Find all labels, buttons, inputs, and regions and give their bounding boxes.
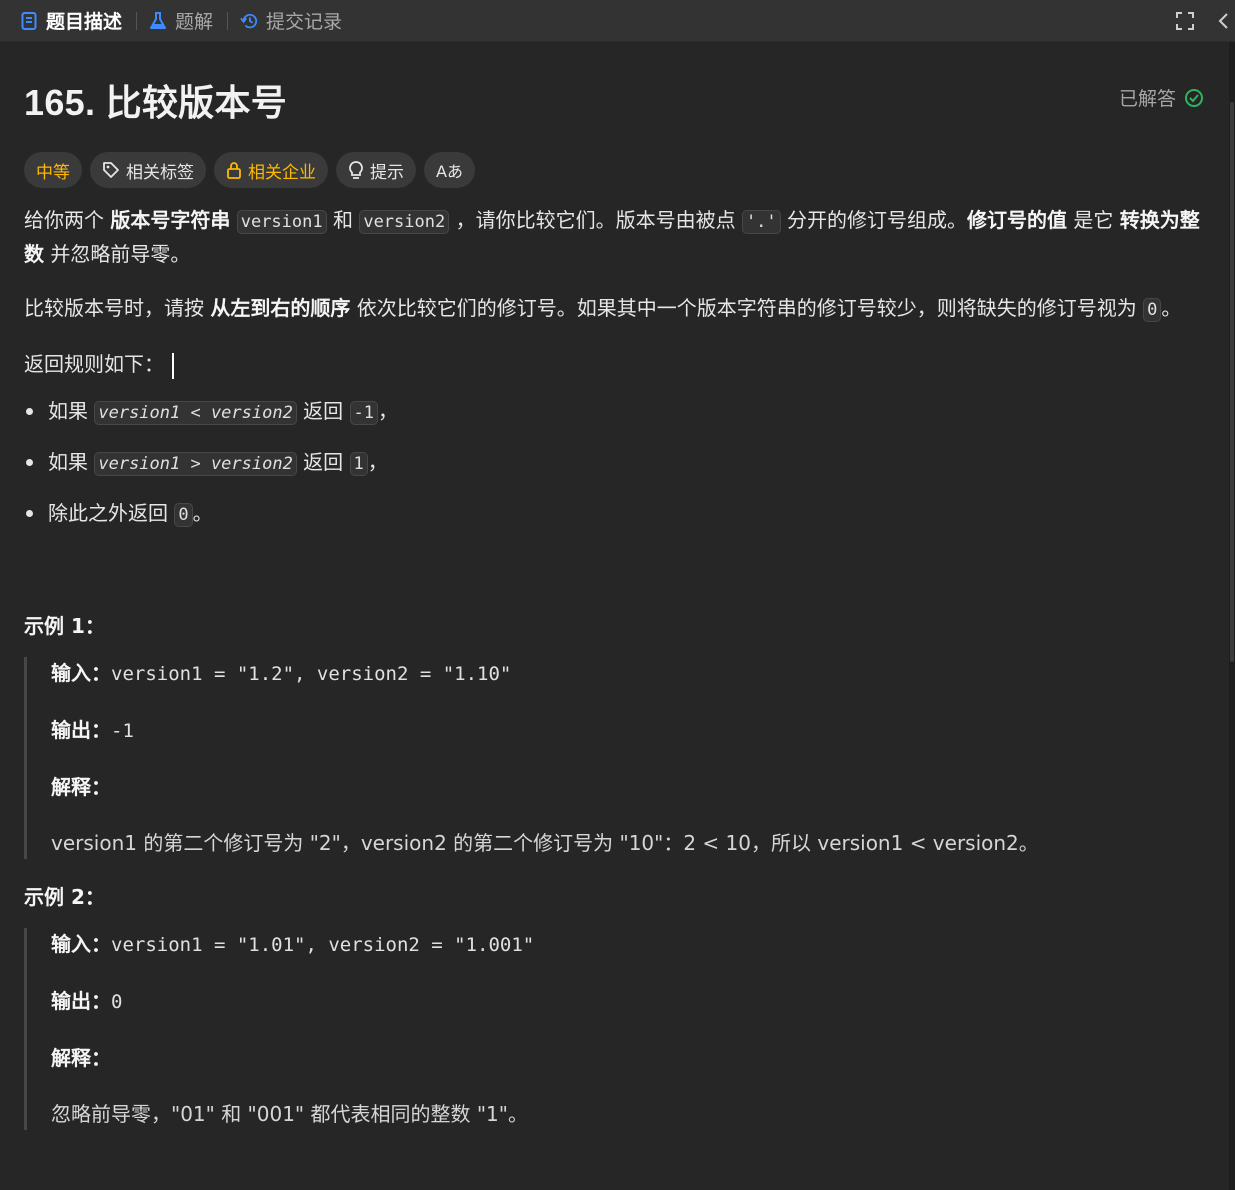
- output-value: 0: [111, 991, 123, 1013]
- text: 并忽略前导零。: [44, 242, 191, 266]
- inline-code: 1: [349, 452, 368, 476]
- example-input: 输入：version1 = "1.2", version2 = "1.10": [51, 657, 1204, 690]
- inline-code: version1 > version2: [94, 452, 297, 476]
- hint-button[interactable]: 提示: [336, 152, 416, 188]
- history-icon: [240, 12, 258, 30]
- output-label: 输出：: [51, 718, 111, 742]
- translate-button[interactable]: Aあ: [424, 152, 475, 188]
- text: 依次比较它们的修订号。如果其中一个版本字符串的修订号较少，则将缺失的修订号视为: [350, 296, 1144, 320]
- example-2-block: 输入：version1 = "1.01", version2 = "1.001"…: [24, 928, 1204, 1130]
- fullscreen-icon[interactable]: [1175, 11, 1195, 31]
- text: 和: [326, 208, 360, 232]
- tab-description[interactable]: 题目描述: [20, 0, 130, 42]
- tab-submissions[interactable]: 提交记录: [240, 0, 350, 42]
- tab-bar: 题目描述 题解 提交记录: [0, 0, 1235, 42]
- text: 除此之外返回: [48, 501, 175, 525]
- text: ，: [367, 450, 388, 474]
- text: [230, 208, 236, 232]
- related-companies-label: 相关企业: [248, 162, 316, 183]
- problem-title: 165. 比较版本号: [24, 82, 288, 123]
- inline-code: -1: [349, 401, 379, 425]
- explain-label: 解释：: [51, 1046, 111, 1070]
- text: 。: [1161, 296, 1182, 320]
- example-1-block: 输入：version1 = "1.2", version2 = "1.10" 输…: [24, 657, 1204, 859]
- text: 如果: [48, 450, 95, 474]
- text: 返回规则如下：: [24, 352, 164, 376]
- tab-solutions-label: 题解: [175, 11, 214, 33]
- example-output: 输出：-1: [51, 714, 1204, 747]
- text-cursor: [172, 352, 174, 379]
- input-value: version1 = "1.2", version2 = "1.10": [111, 663, 512, 685]
- text: ，: [378, 399, 399, 423]
- description-paragraph-3: 返回规则如下：: [24, 348, 1204, 380]
- tab-divider: [136, 11, 138, 30]
- hint-label: 提示: [370, 162, 404, 183]
- text: ，请你比较它们。版本号由被点: [449, 208, 742, 232]
- rules-list: 如果 version1 < version2 返回 -1， 如果 version…: [24, 394, 1204, 532]
- text: 。: [192, 501, 213, 525]
- tab-description-label: 题目描述: [46, 11, 123, 33]
- check-circle-icon: [1176, 88, 1204, 108]
- input-label: 输入：: [51, 661, 111, 685]
- tag-row: 中等 相关标签 相关企业 提示 Aあ: [24, 152, 1204, 188]
- related-companies-button[interactable]: 相关企业: [214, 152, 328, 188]
- lightbulb-icon: [348, 160, 364, 180]
- solved-status: 已解答: [1119, 84, 1204, 111]
- example-output: 输出：0: [51, 985, 1204, 1018]
- text: 返回: [296, 399, 350, 423]
- list-item: 如果 version1 > version2 返回 1，: [24, 445, 1204, 481]
- translate-icon: Aあ: [436, 162, 463, 181]
- inline-code: '.': [741, 210, 781, 234]
- output-label: 输出：: [51, 989, 111, 1013]
- scrollbar-track[interactable]: [1229, 42, 1235, 1190]
- bold-text: 从左到右的顺序: [210, 296, 351, 320]
- bold-text: 修订号的值: [967, 208, 1068, 232]
- description-paragraph-1: 给你两个 版本号字符串 version1 和 version2 ，请你比较它们。…: [24, 204, 1204, 270]
- list-item: 如果 version1 < version2 返回 -1，: [24, 394, 1204, 430]
- text: 分开的修订号组成。: [780, 208, 968, 232]
- inline-code: 0: [1143, 298, 1162, 322]
- example-explain-label-row: 解释：: [51, 771, 1204, 803]
- description-paragraph-2: 比较版本号时，请按 从左到右的顺序 依次比较它们的修订号。如果其中一个版本字符串…: [24, 292, 1204, 326]
- related-tags-button[interactable]: 相关标签: [90, 152, 206, 188]
- solved-label: 已解答: [1118, 88, 1176, 110]
- inline-code: version1 < version2: [94, 401, 297, 425]
- example-input: 输入：version1 = "1.01", version2 = "1.001": [51, 928, 1204, 961]
- tag-icon: [102, 161, 120, 179]
- inline-code: version2: [359, 210, 450, 234]
- difficulty-badge[interactable]: 中等: [24, 152, 82, 188]
- inline-code: version1: [236, 210, 327, 234]
- text: 是它: [1067, 208, 1120, 232]
- collapse-panel-icon[interactable]: [1217, 11, 1229, 31]
- input-value: version1 = "1.01", version2 = "1.001": [111, 934, 535, 956]
- bold-text: 版本号字符串: [110, 208, 231, 232]
- problem-description: 165. 比较版本号 已解答 中等 相关标签 相关企业 提示 Aあ 给你两个 版…: [24, 60, 1204, 1130]
- scrollbar-thumb[interactable]: [1230, 102, 1234, 662]
- inline-code: 0: [174, 503, 193, 527]
- example-2-title: 示例 2：: [24, 885, 105, 909]
- example-explain-label-row: 解释：: [51, 1042, 1204, 1074]
- example-explanation: version1 的第二个修订号为 "2"，version2 的第二个修订号为 …: [51, 831, 1039, 855]
- text: 给你两个: [24, 208, 111, 232]
- related-tags-label: 相关标签: [126, 162, 194, 183]
- list-item: 除此之外返回 0。: [24, 496, 1204, 532]
- tab-submissions-label: 提交记录: [266, 11, 343, 33]
- tab-divider: [227, 11, 229, 30]
- description-icon: [20, 11, 38, 30]
- input-label: 输入：: [51, 932, 111, 956]
- output-value: -1: [111, 720, 134, 742]
- tab-solutions[interactable]: 题解: [149, 0, 221, 42]
- example-explanation: 忽略前导零，"01" 和 "001" 都代表相同的整数 "1"。: [51, 1102, 528, 1126]
- flask-icon: [149, 11, 167, 30]
- text: 返回: [296, 450, 350, 474]
- lock-icon: [226, 161, 242, 179]
- explain-label: 解释：: [51, 775, 111, 799]
- text: 比较版本号时，请按: [24, 296, 211, 320]
- example-1-title: 示例 1：: [24, 614, 105, 638]
- text: 如果: [48, 399, 95, 423]
